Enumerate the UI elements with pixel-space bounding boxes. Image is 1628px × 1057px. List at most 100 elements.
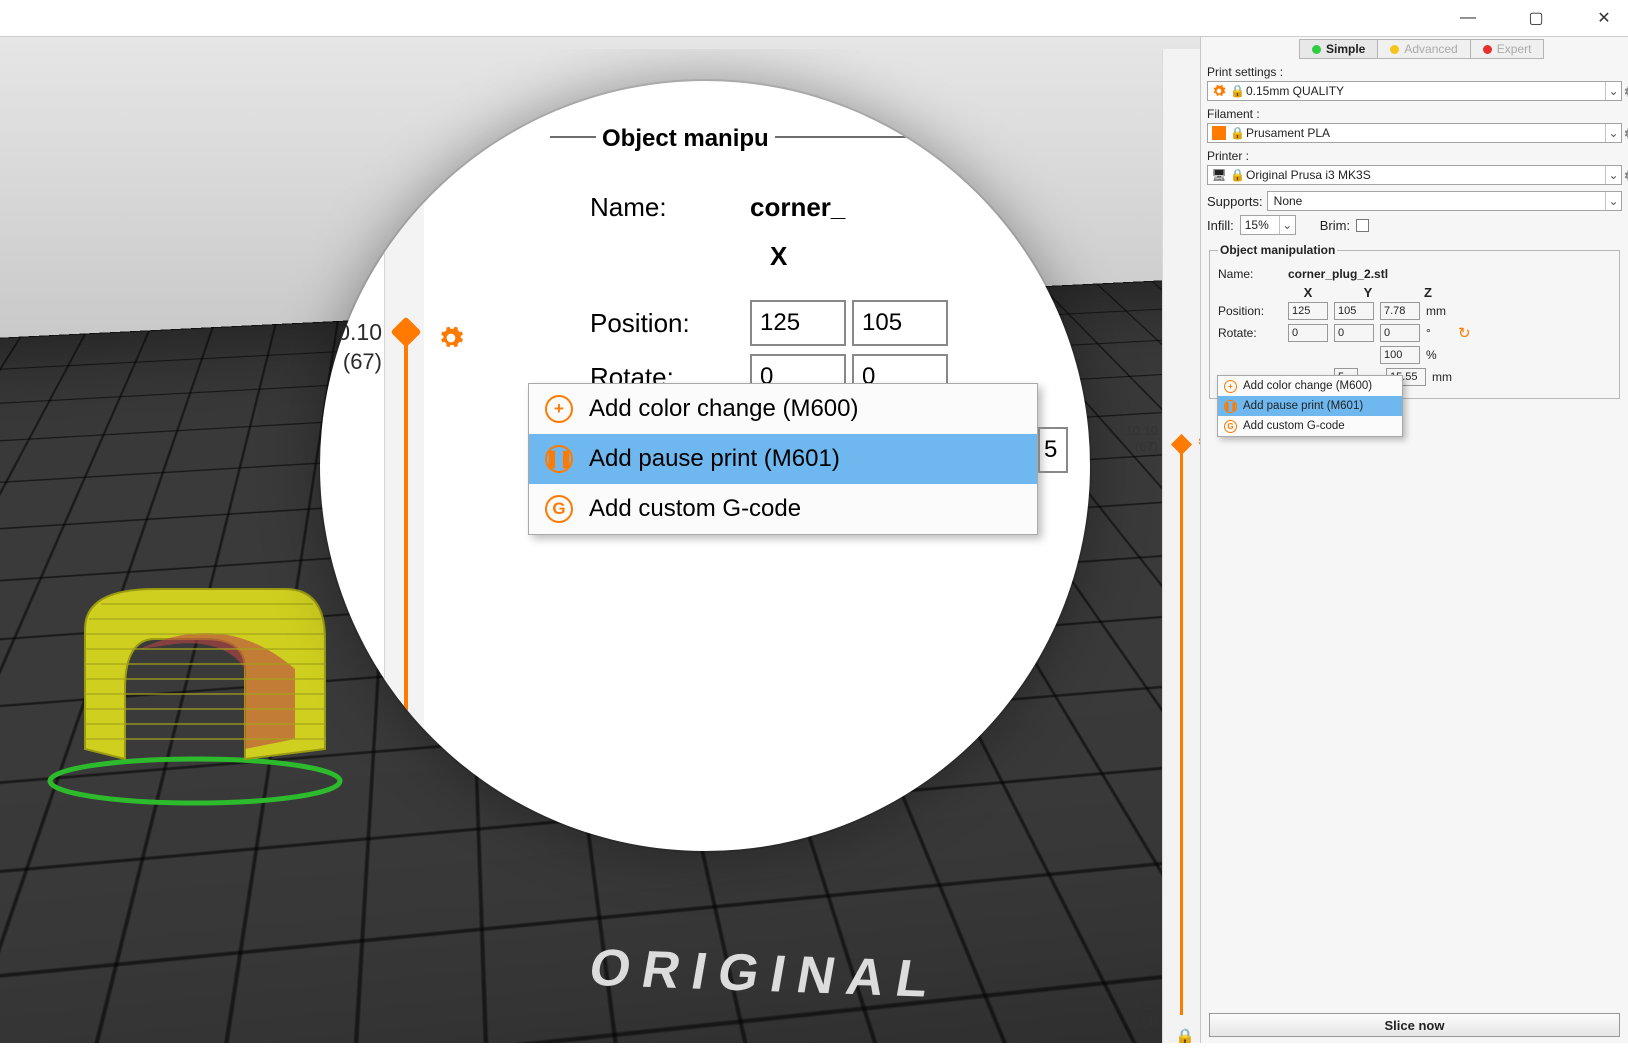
- lock-icon[interactable]: 🔒: [1175, 1027, 1195, 1043]
- unit-deg: °: [1426, 326, 1450, 340]
- unit-mm: mm: [1426, 304, 1450, 318]
- object-manip-legend: Object manipulation: [1218, 243, 1337, 257]
- printer-value: Original Prusa i3 MK3S: [1244, 168, 1605, 182]
- layer-z-bottom-label: 0.20: [1114, 997, 1158, 1012]
- rotate-y-input[interactable]: 0: [1334, 324, 1374, 342]
- menu-add-color-change-zoom[interactable]: + Add color change (M600): [529, 384, 1037, 434]
- pause-icon: ❚❚: [1224, 400, 1237, 413]
- unit-mm: mm: [1432, 370, 1456, 384]
- rotate-z-input[interactable]: 0: [1380, 324, 1420, 342]
- rotate-label: Rotate:: [1218, 326, 1282, 340]
- menu-add-custom-gcode[interactable]: G Add custom G-code: [1218, 416, 1402, 436]
- filament-dropdown[interactable]: 🔒 Prusament PLA ⌄: [1207, 123, 1622, 143]
- position-y-input-zoom[interactable]: 105: [852, 300, 948, 346]
- tab-simple[interactable]: Simple: [1300, 40, 1378, 58]
- menu-add-custom-gcode-zoom[interactable]: G Add custom G-code: [529, 484, 1037, 534]
- column-x-zoom: X: [770, 241, 787, 272]
- chevron-down-icon[interactable]: ⌄: [1605, 124, 1621, 142]
- infill-dropdown[interactable]: 15% ⌄: [1240, 215, 1296, 235]
- lock-icon: 🔒: [1230, 126, 1244, 140]
- filament-value: Prusament PLA: [1244, 126, 1605, 140]
- menu-add-color-change[interactable]: + Add color change (M600): [1218, 376, 1402, 396]
- position-z-input[interactable]: 7.78: [1380, 302, 1420, 320]
- brim-checkbox[interactable]: [1356, 219, 1369, 232]
- layer-n-label: (67): [1114, 439, 1158, 454]
- rotate-x-input[interactable]: 0: [1288, 324, 1328, 342]
- gear-icon[interactable]: [1623, 127, 1628, 144]
- position-x-input[interactable]: 125: [1288, 302, 1328, 320]
- name-label-zoom: Name:: [590, 192, 750, 223]
- bed-brand-text: ORIGINAL: [585, 938, 946, 1010]
- position-x-input-zoom[interactable]: 125: [750, 300, 846, 346]
- zoom-lens: 10.10 (67) Object manipu Name: corner_ X…: [320, 81, 1090, 851]
- chevron-down-icon[interactable]: ⌄: [1605, 192, 1621, 210]
- viewport-3d[interactable]: ORIGINAL 10.10: [0, 37, 1200, 1043]
- supports-dropdown[interactable]: None ⌄: [1267, 191, 1622, 211]
- position-label: Position:: [1218, 304, 1282, 318]
- column-y: Y: [1348, 285, 1388, 300]
- unit-pct: %: [1426, 348, 1450, 362]
- scale-z-input[interactable]: 100: [1380, 346, 1420, 364]
- print-settings-value: 0.15mm QUALITY: [1244, 84, 1605, 98]
- plus-icon: +: [545, 395, 573, 423]
- layer-n-label-zoom: (67): [320, 349, 382, 375]
- layer-slider-handle[interactable]: [1171, 434, 1192, 455]
- layer-context-menu: + Add color change (M600) ❚❚ Add pause p…: [1217, 375, 1403, 437]
- print-settings-label: Print settings :: [1207, 65, 1622, 79]
- lock-icon: 🔒: [1230, 168, 1244, 182]
- lock-icon: 🔒: [1230, 84, 1244, 98]
- object-manip-legend-zoom: Object manipu: [596, 125, 775, 153]
- chevron-down-icon[interactable]: ⌄: [1605, 82, 1621, 100]
- menu-add-pause-label: Add pause print (M601): [589, 445, 840, 473]
- maximize-button[interactable]: ▢: [1516, 3, 1556, 33]
- menu-add-pause-print-zoom[interactable]: ❚❚ Add pause print (M601): [529, 434, 1037, 484]
- plus-icon: +: [1224, 380, 1237, 393]
- name-label: Name:: [1218, 267, 1282, 281]
- object-name-value: corner_plug_2.stl: [1288, 267, 1388, 281]
- supports-label: Supports:: [1207, 194, 1263, 209]
- partial-input-5[interactable]: 5: [1038, 427, 1068, 473]
- infill-value: 15%: [1241, 218, 1279, 232]
- gcode-icon: G: [545, 495, 573, 523]
- printer-label: Printer :: [1207, 149, 1622, 163]
- layer-context-menu-zoom: + Add color change (M600) ❚❚ Add pause p…: [528, 383, 1038, 535]
- pause-icon: ❚❚: [545, 445, 573, 473]
- window-titlebar: — ▢ ✕: [0, 0, 1628, 36]
- gear-icon: [1208, 84, 1230, 98]
- filament-label: Filament :: [1207, 107, 1622, 121]
- name-value-zoom: corner_: [750, 192, 845, 223]
- layer-n-bottom-label: (1): [1114, 1013, 1158, 1028]
- print-settings-dropdown[interactable]: 🔒 0.15mm QUALITY ⌄: [1207, 81, 1622, 101]
- mode-tabs: Simple Advanced Expert: [1299, 39, 1544, 59]
- slice-now-button[interactable]: Slice now: [1209, 1013, 1620, 1037]
- layer-slider[interactable]: 🔒: [1162, 49, 1200, 1043]
- minimize-button[interactable]: —: [1448, 3, 1488, 33]
- menu-add-pause-print[interactable]: ❚❚ Add pause print (M601): [1218, 396, 1402, 416]
- gear-icon[interactable]: [1623, 85, 1628, 102]
- position-y-input[interactable]: 105: [1334, 302, 1374, 320]
- gear-icon[interactable]: [1623, 169, 1628, 186]
- menu-item-label: Add custom G-code: [1243, 420, 1345, 432]
- column-z: Z: [1408, 285, 1448, 300]
- infill-label: Infill:: [1207, 218, 1234, 233]
- printer-icon: 🖥: [1208, 168, 1230, 182]
- menu-add-gcode-label: Add custom G-code: [589, 495, 801, 523]
- chevron-down-icon[interactable]: ⌄: [1605, 166, 1621, 184]
- model-preview[interactable]: [45, 549, 375, 814]
- close-button[interactable]: ✕: [1584, 3, 1624, 33]
- tab-advanced[interactable]: Advanced: [1378, 40, 1470, 58]
- supports-value: None: [1268, 194, 1605, 208]
- tab-expert[interactable]: Expert: [1471, 40, 1544, 58]
- layer-z-label: 10.10: [1114, 423, 1158, 438]
- printer-dropdown[interactable]: 🖥 🔒 Original Prusa i3 MK3S ⌄: [1207, 165, 1622, 185]
- menu-item-label: Add color change (M600): [1243, 380, 1372, 392]
- brim-label: Brim:: [1320, 218, 1350, 233]
- chevron-down-icon[interactable]: ⌄: [1279, 216, 1295, 234]
- settings-panel: Simple Advanced Expert Print settings : …: [1200, 37, 1628, 1043]
- filament-color-swatch: [1208, 126, 1230, 140]
- layer-z-label-zoom: 10.10: [320, 319, 382, 346]
- reset-rotation-icon[interactable]: ↻: [1458, 324, 1471, 342]
- layer-slider-track[interactable]: [1180, 447, 1183, 1015]
- column-x: X: [1288, 285, 1328, 300]
- position-label-zoom: Position:: [590, 308, 750, 339]
